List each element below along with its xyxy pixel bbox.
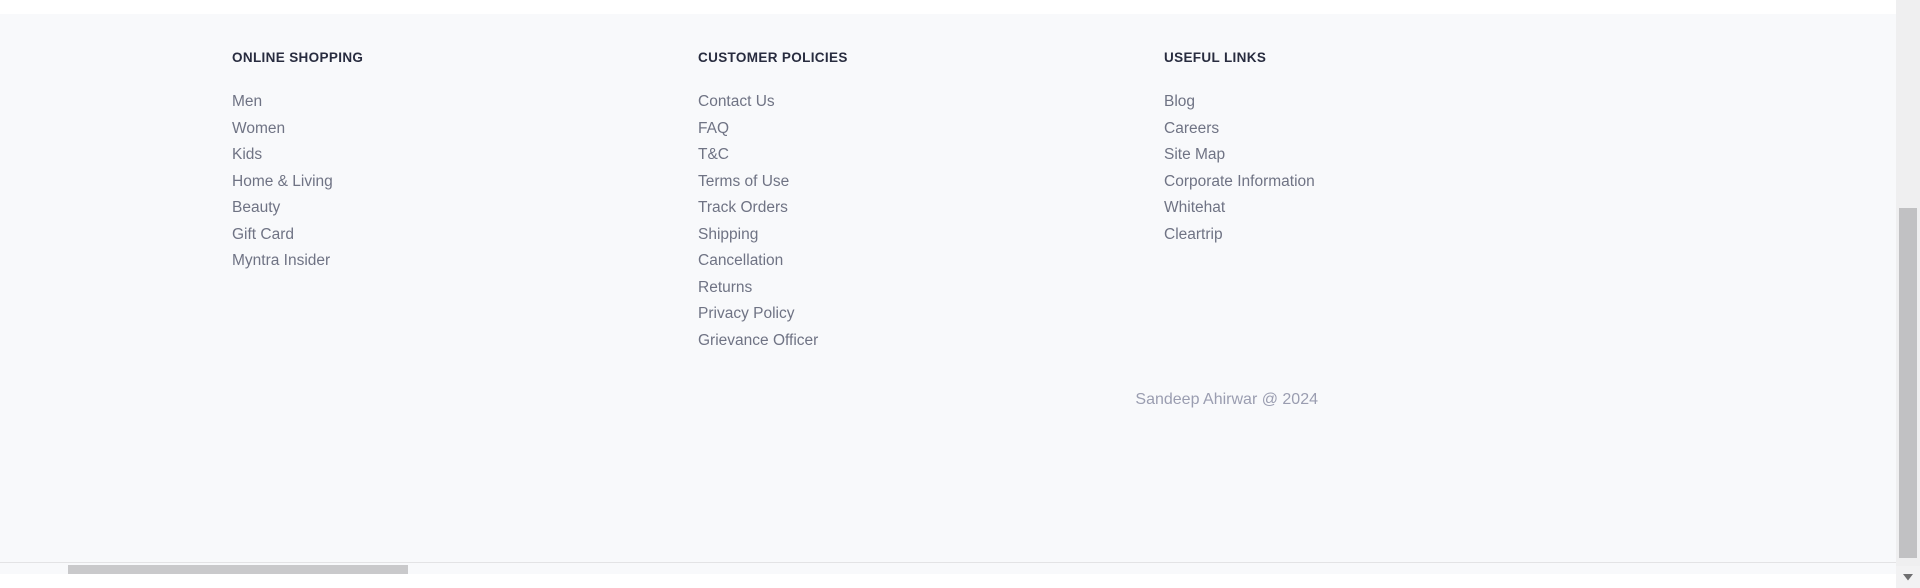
list-item: Terms of Use [698, 172, 848, 199]
footer-column-useful-links: USEFUL LINKS Blog Careers Site Map Corpo… [1164, 50, 1315, 251]
list-item: Returns [698, 278, 848, 305]
footer-link-returns[interactable]: Returns [698, 278, 752, 298]
footer-link-blog[interactable]: Blog [1164, 92, 1195, 112]
copyright-text: Sandeep Ahirwar @ 2024 [1135, 391, 1318, 408]
list-item: Whitehat [1164, 198, 1315, 225]
footer-link-corporate-information[interactable]: Corporate Information [1164, 172, 1315, 192]
footer-link-contact-us[interactable]: Contact Us [698, 92, 775, 112]
footer-link-columns: ONLINE SHOPPING Men Women Kids Home & Li… [0, 14, 1896, 394]
footer-link-tandc[interactable]: T&C [698, 145, 729, 165]
footer-link-men[interactable]: Men [232, 92, 262, 112]
list-item: Shipping [698, 225, 848, 252]
list-item: Women [232, 119, 363, 146]
list-item: Corporate Information [1164, 172, 1315, 199]
footer-link-kids[interactable]: Kids [232, 145, 262, 165]
footer-link-beauty[interactable]: Beauty [232, 198, 280, 218]
footer-link-privacy-policy[interactable]: Privacy Policy [698, 304, 794, 324]
list-item: FAQ [698, 119, 848, 146]
footer-link-whitehat[interactable]: Whitehat [1164, 198, 1225, 218]
footer-link-list: Men Women Kids Home & Living Beauty Gift… [232, 92, 363, 278]
horizontal-scrollbar[interactable] [0, 562, 1896, 574]
scroll-down-button[interactable] [1896, 566, 1920, 588]
list-item: Gift Card [232, 225, 363, 252]
footer-link-home-and-living[interactable]: Home & Living [232, 172, 333, 192]
vertical-scrollbar[interactable] [1896, 0, 1920, 588]
page-footer: ONLINE SHOPPING Men Women Kids Home & Li… [0, 14, 1896, 574]
list-item: Blog [1164, 92, 1315, 119]
copyright-row: Sandeep Ahirwar @ 2024 [0, 390, 1318, 410]
footer-column-heading: USEFUL LINKS [1164, 50, 1267, 65]
list-item: Kids [232, 145, 363, 172]
footer-column-customer-policies: CUSTOMER POLICIES Contact Us FAQ T&C Ter… [698, 50, 848, 357]
list-item: Cancellation [698, 251, 848, 278]
footer-link-cleartrip[interactable]: Cleartrip [1164, 225, 1223, 245]
footer-column-online-shopping: ONLINE SHOPPING Men Women Kids Home & Li… [232, 50, 363, 278]
list-item: T&C [698, 145, 848, 172]
list-item: Track Orders [698, 198, 848, 225]
footer-link-faq[interactable]: FAQ [698, 119, 729, 139]
list-item: Privacy Policy [698, 304, 848, 331]
list-item: Grievance Officer [698, 331, 848, 358]
footer-link-site-map[interactable]: Site Map [1164, 145, 1225, 165]
footer-link-grievance-officer[interactable]: Grievance Officer [698, 331, 818, 351]
chevron-down-icon [1903, 573, 1913, 581]
footer-link-myntra-insider[interactable]: Myntra Insider [232, 251, 330, 271]
footer-link-careers[interactable]: Careers [1164, 119, 1219, 139]
footer-link-cancellation[interactable]: Cancellation [698, 251, 783, 271]
browser-viewport: ONLINE SHOPPING Men Women Kids Home & Li… [0, 0, 1920, 588]
vertical-scrollbar-thumb[interactable] [1899, 208, 1917, 558]
list-item: Home & Living [232, 172, 363, 199]
list-item: Beauty [232, 198, 363, 225]
footer-link-list: Blog Careers Site Map Corporate Informat… [1164, 92, 1315, 251]
footer-link-terms-of-use[interactable]: Terms of Use [698, 172, 789, 192]
footer-link-track-orders[interactable]: Track Orders [698, 198, 788, 218]
list-item: Contact Us [698, 92, 848, 119]
footer-column-heading: CUSTOMER POLICIES [698, 50, 848, 65]
horizontal-scrollbar-thumb[interactable] [68, 565, 408, 574]
footer-link-list: Contact Us FAQ T&C Terms of Use Track Or… [698, 92, 848, 357]
list-item: Cleartrip [1164, 225, 1315, 252]
footer-link-women[interactable]: Women [232, 119, 285, 139]
list-item: Myntra Insider [232, 251, 363, 278]
list-item: Site Map [1164, 145, 1315, 172]
footer-link-gift-card[interactable]: Gift Card [232, 225, 294, 245]
list-item: Men [232, 92, 363, 119]
footer-column-heading: ONLINE SHOPPING [232, 50, 364, 65]
footer-link-shipping[interactable]: Shipping [698, 225, 758, 245]
list-item: Careers [1164, 119, 1315, 146]
